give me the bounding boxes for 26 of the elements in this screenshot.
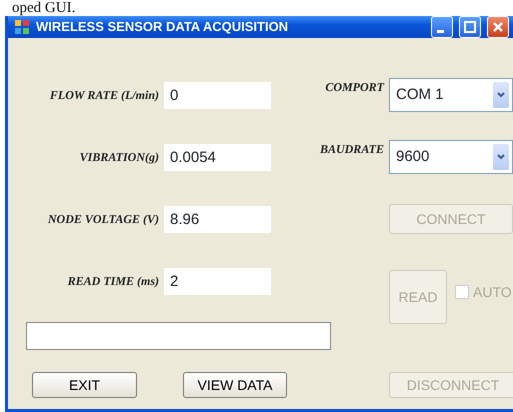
setting-label: BAUDRATE [318, 141, 384, 158]
window-title: WIRELESS SENSOR DATA ACQUISITION [36, 18, 290, 36]
caption-text: oped GUI. [12, 0, 76, 16]
reading-field[interactable]: 0 [164, 82, 271, 108]
dropdown-field[interactable]: 9600 [389, 140, 513, 174]
maximize-icon [464, 21, 476, 33]
field-label: NODE VOLTAGE (V) [46, 211, 159, 228]
app-icon [14, 19, 30, 35]
minimize-icon [437, 30, 444, 32]
reading-field[interactable]: 0.0054 [164, 144, 271, 170]
chevron-down-icon [493, 144, 509, 170]
maximize-button[interactable] [459, 16, 481, 38]
field-label: READ TIME (ms) [66, 273, 159, 290]
action-button[interactable]: VIEW DATA [183, 372, 287, 398]
checkbox-label: AUTO [473, 282, 512, 302]
dropdown-field[interactable]: COM 1 [389, 78, 513, 112]
reading-field[interactable]: 2 [164, 268, 271, 294]
reading-field[interactable]: 8.96 [164, 206, 271, 232]
field-label: FLOW RATE (L/min) [48, 87, 159, 104]
chevron-down-icon [493, 82, 509, 108]
setting-label: COMPORT [324, 79, 384, 96]
action-button[interactable]: EXIT [32, 372, 137, 398]
close-button[interactable] [487, 16, 509, 38]
field-label: VIBRATION(g) [78, 149, 159, 166]
minimize-button[interactable] [431, 16, 453, 38]
close-icon [492, 21, 504, 33]
